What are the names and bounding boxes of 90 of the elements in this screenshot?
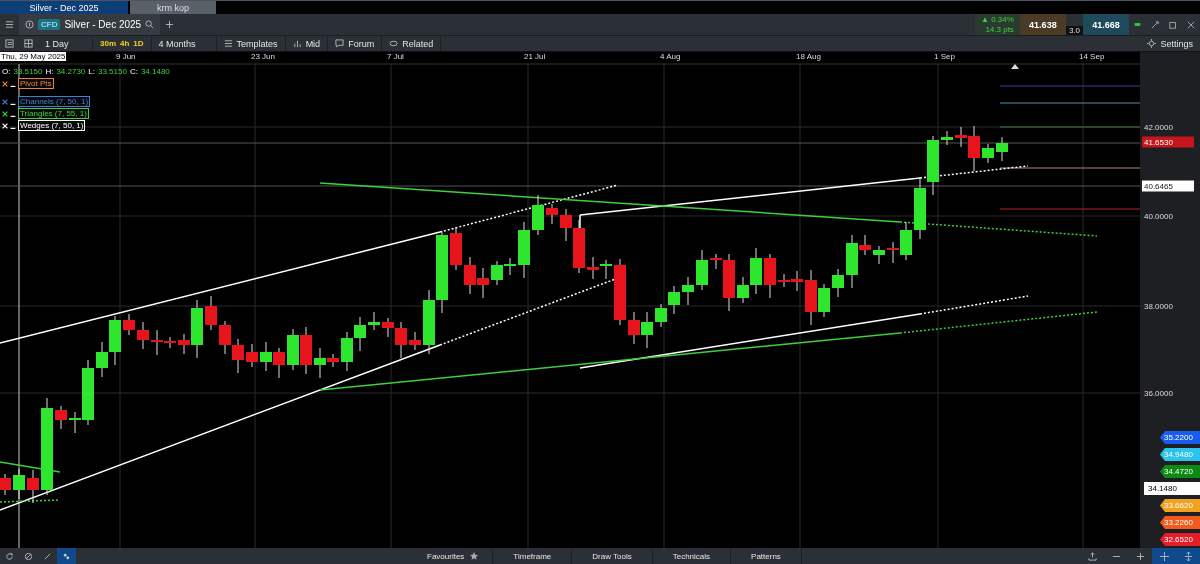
- expand-icon: [1151, 20, 1159, 29]
- star-icon: [470, 552, 479, 560]
- indicator-label[interactable]: Pivot Pts: [18, 78, 54, 89]
- list-icon: [5, 39, 14, 48]
- toolbar-button[interactable]: Mid: [285, 36, 329, 51]
- period-dropdown[interactable]: 1 Day: [38, 36, 93, 51]
- interval-button[interactable]: 30m: [100, 39, 116, 48]
- bottom-tab[interactable]: Draw Tools: [572, 548, 653, 564]
- ohlc-label: C:: [129, 67, 138, 76]
- interval-button[interactable]: 4h: [120, 39, 130, 48]
- ohlc-label: H:: [45, 67, 54, 76]
- window-tab[interactable]: krm kop: [130, 1, 216, 14]
- close-icon: [2, 80, 8, 87]
- buy-price-button[interactable]: 41.668: [1083, 14, 1129, 35]
- date-axis-label: 4 Aug: [660, 52, 681, 61]
- indicator-label[interactable]: Channels (7, 50, 1): [18, 96, 91, 107]
- interval-button[interactable]: 1D: [133, 39, 144, 48]
- date-axis-label: 14 Sep: [1079, 52, 1105, 61]
- price-axis-label: 41.6530: [1142, 136, 1194, 148]
- ohlc-value: 34.2730: [56, 67, 86, 76]
- close-icon: [2, 110, 8, 117]
- speech-bubble-icon: [335, 39, 345, 48]
- fit-icon: [1183, 551, 1193, 561]
- chart-tool-button[interactable]: [1152, 548, 1176, 564]
- crosshair-icon: [1159, 551, 1169, 561]
- pencil-icon: [43, 551, 52, 561]
- refresh-icon: [5, 551, 14, 561]
- indicator-label[interactable]: Triangles (7, 55, 1): [18, 108, 89, 119]
- price-tag: 34.4720: [1160, 465, 1200, 478]
- share-icon: [1087, 551, 1097, 561]
- price-tag: 35.2200: [1160, 431, 1200, 444]
- menu-icon: [5, 20, 14, 29]
- change-percent: ▲ 0.34%: [981, 14, 1014, 25]
- bottom-tab[interactable]: Patterns: [731, 548, 802, 564]
- date-axis-label: 18 Aug: [796, 52, 821, 61]
- date-axis-label: 21 Jul: [524, 52, 546, 61]
- close-icon: [2, 98, 8, 105]
- bottom-tab[interactable]: Technicals: [652, 548, 732, 564]
- bar-chart-icon: [292, 39, 302, 48]
- eye-icon: [389, 39, 399, 48]
- triangle-marker-icon: [1011, 64, 1019, 69]
- ohlc-value: 33.5150: [13, 67, 43, 76]
- crosshair-date-label: Thu, 29 May 2025: [0, 52, 67, 61]
- price-axis-label: 38.0000: [1143, 300, 1174, 312]
- date-axis-label: 9 Jun: [116, 52, 136, 61]
- change-points: 14.3 pts: [985, 24, 1014, 35]
- toolbar-button[interactable]: Templates: [216, 36, 286, 51]
- instrument-name: Silver - Dec 2025: [64, 19, 142, 30]
- ohlc-label: L:: [88, 67, 95, 76]
- date-axis-label: 1 Sep: [934, 52, 955, 61]
- bottom-tab[interactable]: Timeframe: [493, 548, 573, 564]
- toolbar-button[interactable]: Related: [382, 36, 442, 51]
- window-icon: [1169, 20, 1177, 29]
- window-tab[interactable]: Silver - Dec 2025: [0, 1, 128, 14]
- ohlc-value: 33.5150: [97, 67, 127, 76]
- close-icon: [2, 122, 8, 129]
- settings-button[interactable]: Settings: [1140, 36, 1200, 51]
- price-axis-label: 40.0000: [1143, 210, 1174, 222]
- dots-icon: [62, 551, 71, 561]
- chart-tool-button[interactable]: [1176, 548, 1200, 564]
- settings-icon: [1147, 39, 1157, 48]
- indicator-label[interactable]: Wedges (7, 50, 1): [18, 120, 86, 131]
- sell-price-button[interactable]: 41.638: [1019, 14, 1066, 35]
- price-tag: 32.6520: [1160, 533, 1200, 546]
- range-dropdown[interactable]: 4 Months: [151, 36, 217, 51]
- date-axis-label: 7 Jul: [387, 52, 404, 61]
- date-axis-label: 23 Jun: [251, 52, 276, 61]
- price-tag: 33.6620: [1160, 499, 1200, 512]
- price-axis-label: 36.0000: [1143, 387, 1174, 399]
- price-tag: 33.2260: [1160, 516, 1200, 529]
- drawing-tool-button[interactable]: [57, 548, 76, 564]
- plus-icon: [1135, 551, 1145, 561]
- sliders-icon: [223, 39, 233, 48]
- instrument-tab[interactable]: CFD Silver - Dec 2025: [19, 14, 161, 35]
- no-entry-icon: [24, 551, 33, 561]
- cfd-badge: CFD: [38, 19, 61, 30]
- price-axis-label: 40.6465: [1142, 180, 1194, 192]
- spread-value: 3.0: [1065, 26, 1083, 35]
- price-tag: 34.1480: [1144, 482, 1200, 495]
- price-tag: 34.9480: [1160, 448, 1200, 461]
- bottom-tab[interactable]: Favourites: [413, 548, 494, 564]
- close-icon: [1187, 20, 1195, 29]
- ohlc-label: O:: [2, 67, 11, 76]
- plus-icon: [165, 20, 175, 29]
- price-axis-label: 42.0000: [1143, 121, 1174, 133]
- toolbar-button[interactable]: Forum: [328, 36, 383, 51]
- layout-icon: [24, 39, 33, 48]
- search-icon: [145, 20, 155, 29]
- info-icon: [25, 20, 34, 29]
- ohlc-value: 34.1480: [140, 67, 170, 76]
